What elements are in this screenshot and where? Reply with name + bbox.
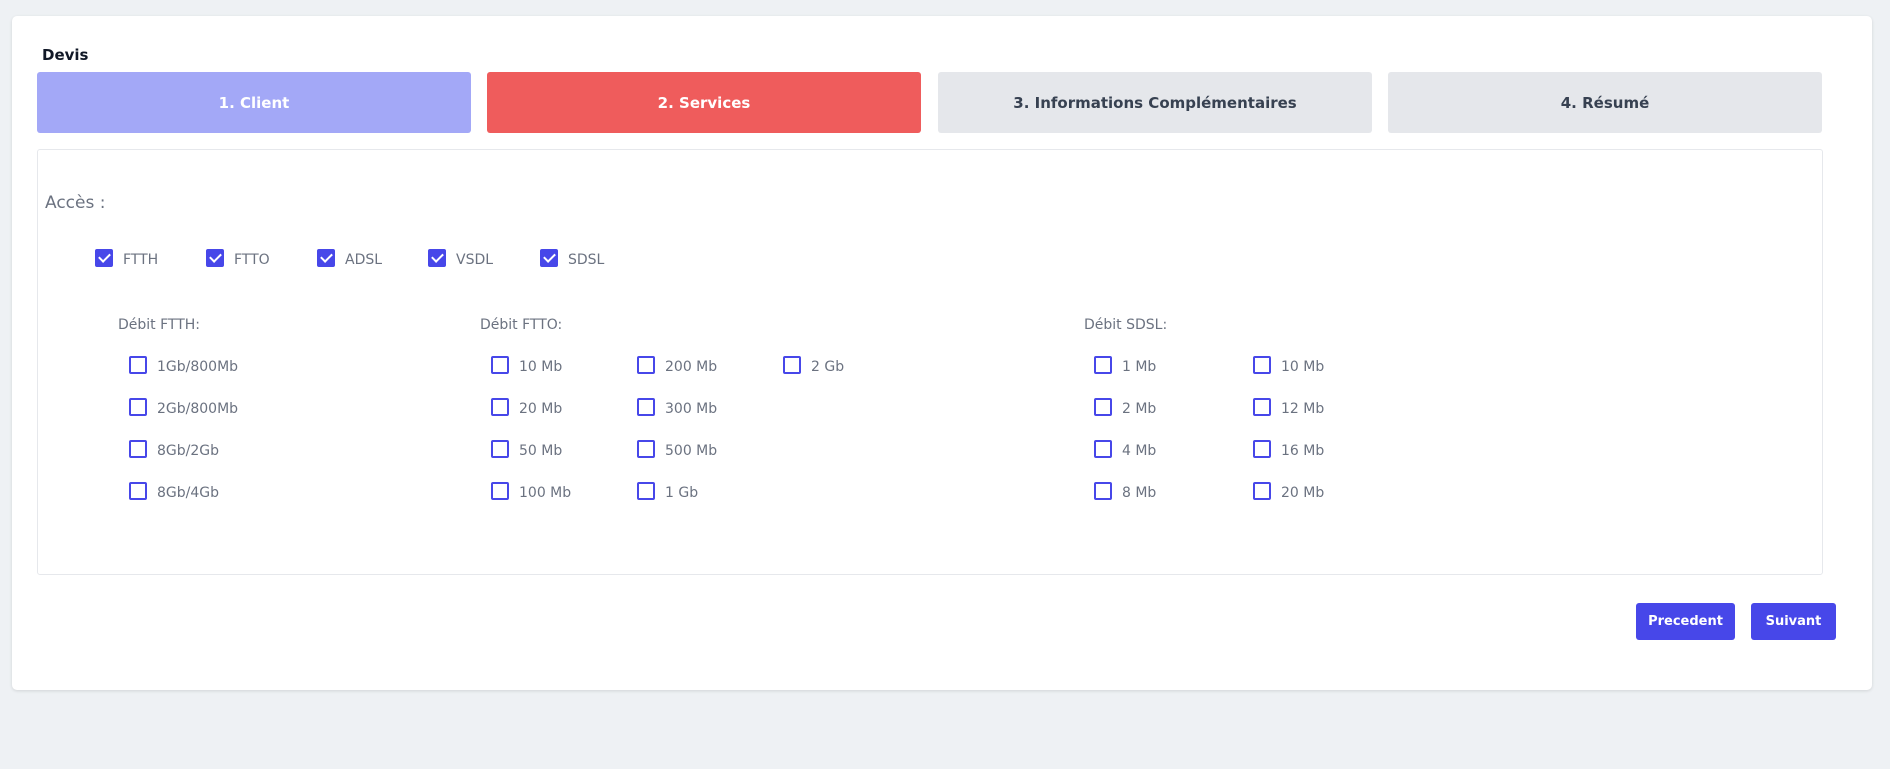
debit-option-d-bit-ftto-50-mb[interactable]: 50 Mb <box>491 439 562 459</box>
card-title: Devis <box>42 46 89 64</box>
services-panel <box>37 149 1823 575</box>
checkbox[interactable] <box>206 249 224 267</box>
step-informations-complementaires[interactable]: 3. Informations Complémentaires <box>938 72 1372 133</box>
debit-option-d-bit-ftth-8gb-4gb[interactable]: 8Gb/4Gb <box>129 481 219 501</box>
option-label: 1Gb/800Mb <box>157 359 239 375</box>
option-label: 300 Mb <box>665 401 718 417</box>
checkbox[interactable] <box>129 398 147 416</box>
checkbox[interactable] <box>1253 440 1271 458</box>
option-label: FTTO <box>234 252 270 268</box>
debit-option-d-bit-ftto-300-mb[interactable]: 300 Mb <box>637 397 717 417</box>
option-label: 12 Mb <box>1281 401 1325 417</box>
debit-group-title: Débit FTTO: <box>480 317 563 333</box>
checkbox[interactable] <box>491 482 509 500</box>
option-label: 2Gb/800Mb <box>157 401 239 417</box>
checkbox[interactable] <box>491 356 509 374</box>
checkbox[interactable] <box>1253 356 1271 374</box>
option-label: FTTH <box>123 252 159 268</box>
option-label: 4 Mb <box>1122 443 1157 459</box>
debit-group-title: Débit SDSL: <box>1084 317 1168 333</box>
precedent-button[interactable]: Precedent <box>1636 603 1735 640</box>
debit-option-d-bit-ftto-2-gb[interactable]: 2 Gb <box>783 355 844 375</box>
option-label: 50 Mb <box>519 443 563 459</box>
debit-option-d-bit-ftto-500-mb[interactable]: 500 Mb <box>637 439 717 459</box>
debit-option-d-bit-sdsl-20-mb[interactable]: 20 Mb <box>1253 481 1324 501</box>
checkbox[interactable] <box>1253 482 1271 500</box>
option-label: 8 Mb <box>1122 485 1157 501</box>
option-label: 20 Mb <box>1281 485 1325 501</box>
checkbox[interactable] <box>637 440 655 458</box>
option-label: 10 Mb <box>1281 359 1325 375</box>
debit-option-d-bit-ftto-100-mb[interactable]: 100 Mb <box>491 481 571 501</box>
option-label: SDSL <box>568 252 605 268</box>
debit-option-d-bit-sdsl-8-mb[interactable]: 8 Mb <box>1094 481 1156 501</box>
checkbox[interactable] <box>637 398 655 416</box>
step-client[interactable]: 1. Client <box>37 72 471 133</box>
checkbox[interactable] <box>428 249 446 267</box>
checkbox[interactable] <box>129 482 147 500</box>
debit-option-d-bit-ftto-10-mb[interactable]: 10 Mb <box>491 355 562 375</box>
wizard-steps: 1. Client 2. Services 3. Informations Co… <box>37 72 1823 133</box>
checkbox[interactable] <box>491 398 509 416</box>
checkbox[interactable] <box>1094 440 1112 458</box>
option-label: 10 Mb <box>519 359 563 375</box>
option-label: 1 Gb <box>665 485 699 501</box>
checkbox[interactable] <box>637 356 655 374</box>
acces-option-sdsl[interactable]: SDSL <box>540 248 604 268</box>
acces-option-adsl[interactable]: ADSL <box>317 248 382 268</box>
checkbox[interactable] <box>1094 398 1112 416</box>
debit-option-d-bit-sdsl-10-mb[interactable]: 10 Mb <box>1253 355 1324 375</box>
debit-option-d-bit-ftth-8gb-2gb[interactable]: 8Gb/2Gb <box>129 439 219 459</box>
debit-option-d-bit-sdsl-1-mb[interactable]: 1 Mb <box>1094 355 1156 375</box>
option-label: 2 Gb <box>811 359 845 375</box>
checkbox[interactable] <box>1253 398 1271 416</box>
acces-option-ftth[interactable]: FTTH <box>95 248 158 268</box>
debit-option-d-bit-ftto-1-gb[interactable]: 1 Gb <box>637 481 698 501</box>
option-label: 100 Mb <box>519 485 572 501</box>
debit-group-title: Débit FTTH: <box>118 317 201 333</box>
option-label: ADSL <box>345 252 383 268</box>
step-services[interactable]: 2. Services <box>487 72 921 133</box>
debit-option-d-bit-ftto-200-mb[interactable]: 200 Mb <box>637 355 717 375</box>
option-label: 500 Mb <box>665 443 718 459</box>
checkbox[interactable] <box>783 356 801 374</box>
checkbox[interactable] <box>317 249 335 267</box>
debit-option-d-bit-ftth-2gb-800mb[interactable]: 2Gb/800Mb <box>129 397 238 417</box>
checkbox[interactable] <box>95 249 113 267</box>
option-label: 8Gb/2Gb <box>157 443 220 459</box>
debit-option-d-bit-sdsl-12-mb[interactable]: 12 Mb <box>1253 397 1324 417</box>
debit-option-d-bit-sdsl-2-mb[interactable]: 2 Mb <box>1094 397 1156 417</box>
option-label: 2 Mb <box>1122 401 1157 417</box>
acces-option-ftto[interactable]: FTTO <box>206 248 270 268</box>
debit-option-d-bit-sdsl-4-mb[interactable]: 4 Mb <box>1094 439 1156 459</box>
acces-label: Accès : <box>45 193 106 213</box>
debit-option-d-bit-ftth-1gb-800mb[interactable]: 1Gb/800Mb <box>129 355 238 375</box>
checkbox[interactable] <box>129 440 147 458</box>
option-label: 20 Mb <box>519 401 563 417</box>
step-resume[interactable]: 4. Résumé <box>1388 72 1822 133</box>
checkbox[interactable] <box>1094 356 1112 374</box>
checkbox[interactable] <box>540 249 558 267</box>
checkbox[interactable] <box>1094 482 1112 500</box>
debit-option-d-bit-sdsl-16-mb[interactable]: 16 Mb <box>1253 439 1324 459</box>
option-label: 200 Mb <box>665 359 718 375</box>
option-label: 1 Mb <box>1122 359 1157 375</box>
checkbox[interactable] <box>491 440 509 458</box>
option-label: 16 Mb <box>1281 443 1325 459</box>
option-label: 8Gb/4Gb <box>157 485 220 501</box>
checkbox[interactable] <box>129 356 147 374</box>
debit-option-d-bit-ftto-20-mb[interactable]: 20 Mb <box>491 397 562 417</box>
suivant-button[interactable]: Suivant <box>1751 603 1836 640</box>
checkbox[interactable] <box>637 482 655 500</box>
acces-option-vsdl[interactable]: VSDL <box>428 248 493 268</box>
option-label: VSDL <box>456 252 494 268</box>
